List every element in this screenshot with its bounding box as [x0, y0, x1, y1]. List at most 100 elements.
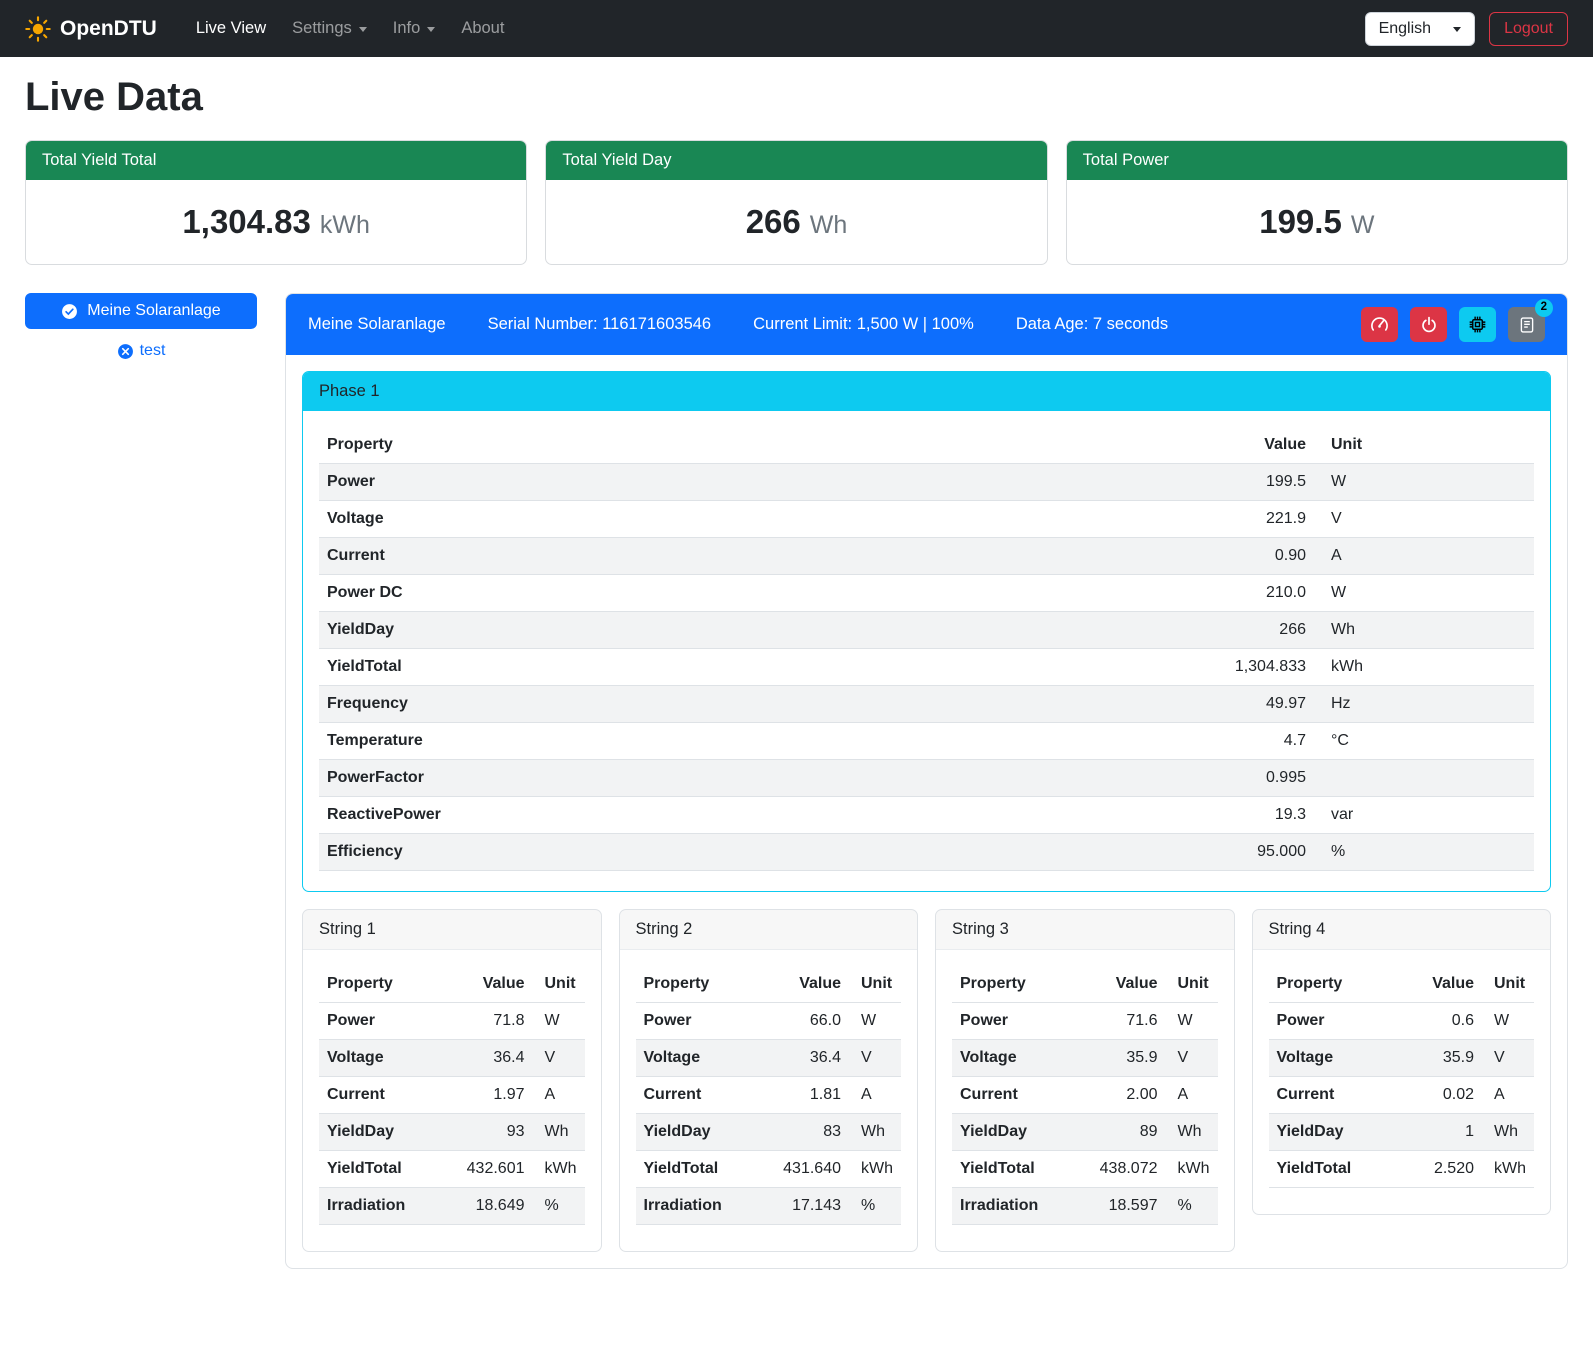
value-cell: 199.5 [914, 464, 1314, 501]
property-cell: Irradiation [952, 1188, 1072, 1225]
table-row: PowerFactor0.995 [319, 760, 1534, 797]
check-circle-icon [61, 303, 78, 320]
value-cell: 2.520 [1399, 1151, 1482, 1188]
unit-cell [1314, 760, 1534, 797]
value-cell: 36.4 [755, 1040, 849, 1077]
event-log-button[interactable]: 2 [1508, 307, 1545, 342]
unit-cell: var [1314, 797, 1534, 834]
nav-links: Live View Settings Info About [183, 11, 518, 46]
unit-cell: °C [1314, 723, 1534, 760]
chevron-down-icon [427, 27, 435, 32]
column-header-property: Property [1269, 966, 1399, 1003]
value-cell: 36.4 [439, 1040, 533, 1077]
property-cell: Current [636, 1077, 756, 1114]
inverter-select-meine-solaranlage[interactable]: Meine Solaranlage [25, 293, 257, 329]
unit-cell: A [1482, 1077, 1534, 1114]
unit-cell: kWh [849, 1151, 901, 1188]
table-row: Current1.81A [636, 1077, 902, 1114]
string-table-2: PropertyValueUnitPower66.0WVoltage36.4VC… [620, 950, 918, 1251]
property-cell: Current [952, 1077, 1072, 1114]
property-cell: YieldTotal [319, 649, 914, 686]
language-select-value: English [1379, 20, 1431, 38]
value-cell: 18.649 [439, 1188, 533, 1225]
summary-card-title: Total Yield Total [26, 141, 526, 180]
table-row: YieldTotal1,304.833kWh [319, 649, 1534, 686]
summary-card-body: 266Wh [546, 180, 1046, 264]
chevron-down-icon [1453, 27, 1461, 32]
unit-cell: Wh [1166, 1114, 1218, 1151]
unit-cell: W [1314, 464, 1534, 501]
page-title: Live Data [25, 75, 1568, 120]
unit-cell: A [849, 1077, 901, 1114]
table-row: Power0.6W [1269, 1003, 1535, 1040]
unit-cell: A [1166, 1077, 1218, 1114]
unit-cell: Wh [1314, 612, 1534, 649]
value-cell: 432.601 [439, 1151, 533, 1188]
table-row: Power DC210.0W [319, 575, 1534, 612]
table-header-row: PropertyValueUnit [636, 966, 902, 1003]
summary-card-title: Total Yield Day [546, 141, 1046, 180]
logout-button[interactable]: Logout [1489, 12, 1568, 46]
property-cell: Power [636, 1003, 756, 1040]
summary-card-title: Total Power [1067, 141, 1567, 180]
unit-cell: Wh [849, 1114, 901, 1151]
language-select[interactable]: English [1365, 12, 1475, 46]
property-cell: YieldTotal [952, 1151, 1072, 1188]
value-cell: 0.02 [1399, 1077, 1482, 1114]
column-header-property: Property [952, 966, 1072, 1003]
nav-item-label: About [461, 19, 504, 38]
nav-item-live-view[interactable]: Live View [183, 11, 279, 46]
nav-item-info[interactable]: Info [380, 11, 449, 46]
column-header-unit: Unit [1482, 966, 1534, 1003]
power-limit-button[interactable] [1361, 307, 1398, 342]
data-table: PropertyValueUnitPower199.5WVoltage221.9… [319, 427, 1534, 871]
column-header-value: Value [914, 427, 1314, 464]
table-row: YieldTotal431.640kWh [636, 1151, 902, 1188]
table-row: Voltage221.9V [319, 501, 1534, 538]
value-cell: 1,304.833 [914, 649, 1314, 686]
table-row: Current2.00A [952, 1077, 1218, 1114]
brand[interactable]: OpenDTU [25, 16, 157, 42]
table-row: YieldTotal432.601kWh [319, 1151, 585, 1188]
property-cell: YieldDay [952, 1114, 1072, 1151]
property-cell: YieldTotal [1269, 1151, 1399, 1188]
column-header-property: Property [319, 966, 439, 1003]
property-cell: YieldDay [319, 1114, 439, 1151]
value-cell: 71.6 [1072, 1003, 1166, 1040]
power-toggle-button[interactable] [1410, 307, 1447, 342]
device-info-button[interactable] [1459, 307, 1496, 342]
unit-cell: V [1166, 1040, 1218, 1077]
table-row: Irradiation18.597% [952, 1188, 1218, 1225]
value-cell: 18.597 [1072, 1188, 1166, 1225]
value-cell: 95.000 [914, 834, 1314, 871]
column-header-unit: Unit [1166, 966, 1218, 1003]
value-cell: 83 [755, 1114, 849, 1151]
summary-card-value: 199.5 [1259, 203, 1342, 240]
summary-card-unit: W [1351, 211, 1375, 239]
inverter-select-test[interactable]: test [25, 342, 257, 360]
column-header-value: Value [1399, 966, 1482, 1003]
column-header-unit: Unit [533, 966, 585, 1003]
string-table-1: PropertyValueUnitPower71.8WVoltage36.4VC… [303, 950, 601, 1251]
column-header-value: Value [755, 966, 849, 1003]
unit-cell: A [533, 1077, 585, 1114]
table-row: YieldTotal2.520kWh [1269, 1151, 1535, 1188]
nav-item-settings[interactable]: Settings [279, 11, 380, 46]
value-cell: 221.9 [914, 501, 1314, 538]
value-cell: 1 [1399, 1114, 1482, 1151]
top-navbar: OpenDTU Live View Settings Info About En… [0, 0, 1593, 57]
table-row: YieldDay266Wh [319, 612, 1534, 649]
inverter-sidebar: Meine Solaranlage test [25, 293, 257, 360]
table-row: Voltage36.4V [636, 1040, 902, 1077]
table-header-row: PropertyValueUnit [1269, 966, 1535, 1003]
property-cell: Power [319, 1003, 439, 1040]
property-cell: YieldDay [636, 1114, 756, 1151]
column-header-property: Property [636, 966, 756, 1003]
nav-item-about[interactable]: About [448, 11, 517, 46]
table-row: Power66.0W [636, 1003, 902, 1040]
value-cell: 93 [439, 1114, 533, 1151]
unit-cell: Wh [533, 1114, 585, 1151]
value-cell: 35.9 [1399, 1040, 1482, 1077]
table-row: Irradiation18.649% [319, 1188, 585, 1225]
inverter-serial: Serial Number: 116171603546 [488, 315, 712, 334]
